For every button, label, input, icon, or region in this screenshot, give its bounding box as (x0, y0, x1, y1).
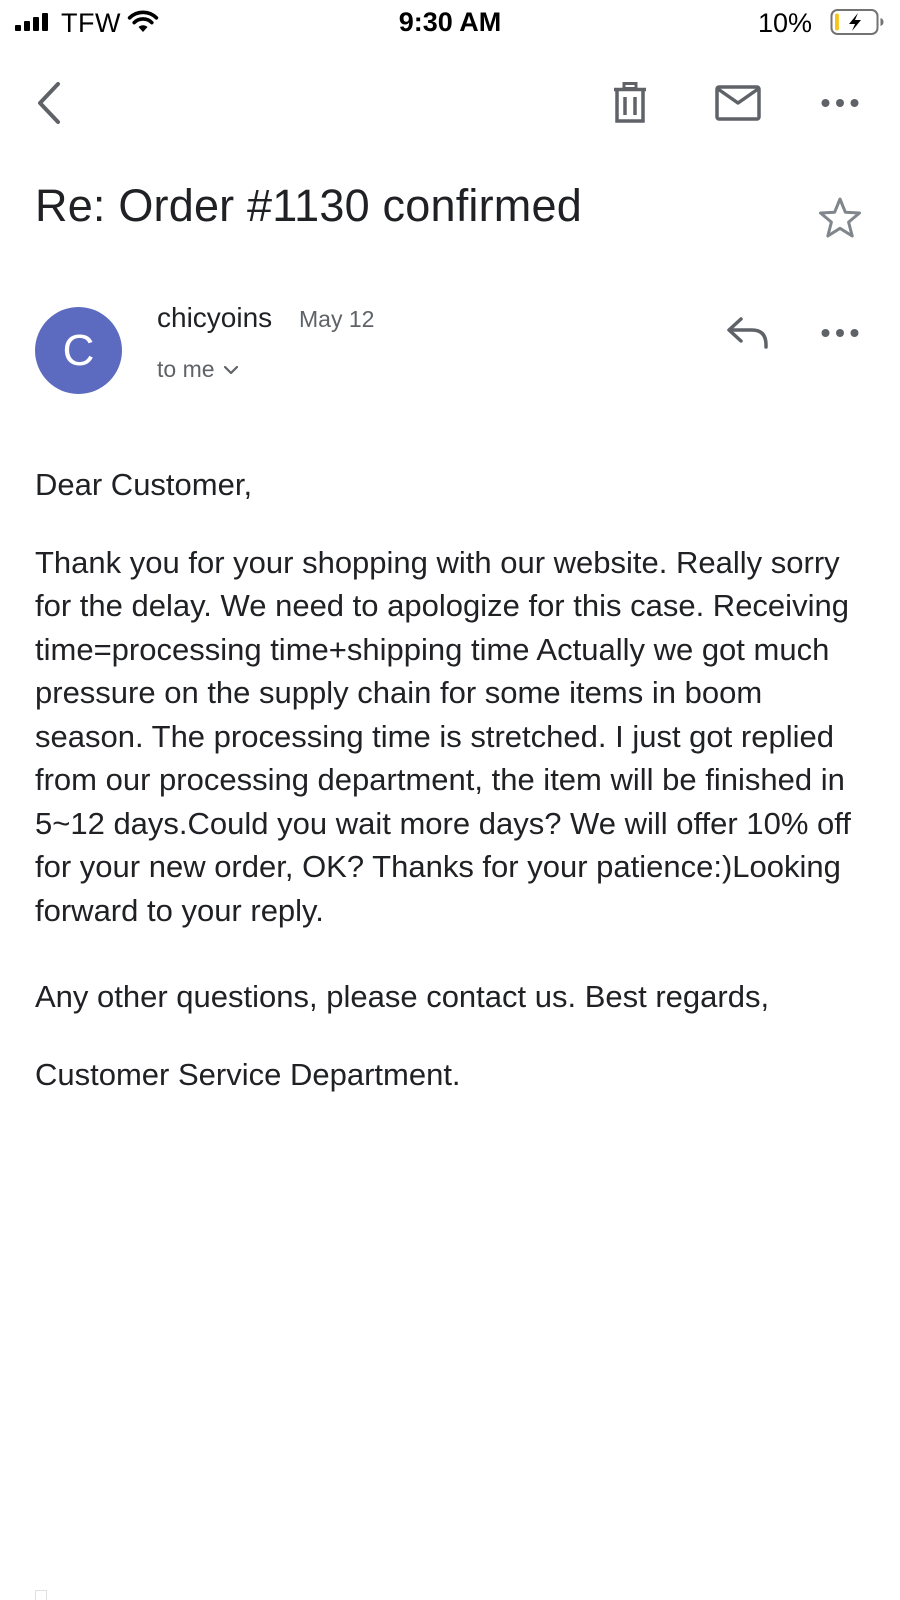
email-screen: TFW 9:30 AM 10% Re: Order #1130 confirme… (0, 0, 900, 1600)
recipient-details-toggle[interactable]: to me (157, 356, 239, 383)
more-horizontal-icon (821, 329, 859, 337)
battery-percent: 10% (757, 8, 812, 38)
recipient-label: to me (157, 356, 215, 382)
email-subject: Re: Order #1130 confirmed (35, 180, 582, 231)
star-icon (819, 197, 861, 238)
reply-button[interactable] (720, 308, 776, 358)
chevron-down-icon (223, 365, 238, 374)
email-body: Dear Customer, Thank you for your shoppi… (35, 463, 875, 1096)
status-bar: TFW 9:30 AM 10% (0, 0, 900, 46)
mail-icon (715, 85, 761, 121)
delete-button[interactable] (605, 78, 655, 128)
body-paragraph: Thank you for your shopping with our web… (35, 544, 851, 928)
sent-date: May 12 (299, 306, 375, 332)
reply-icon (727, 317, 768, 349)
back-button[interactable] (24, 78, 74, 128)
more-horizontal-icon (821, 99, 859, 107)
sender-name: chicyoins (157, 302, 273, 333)
scroll-edge-marker (35, 1590, 47, 1600)
star-button[interactable] (815, 193, 865, 243)
trash-icon (614, 82, 646, 123)
back-arrow-icon (38, 82, 60, 124)
email-toolbar (0, 70, 900, 140)
body-closing: Any other questions, please contact us. … (35, 979, 770, 1014)
more-options-button[interactable] (815, 78, 865, 128)
mark-unread-button[interactable] (710, 78, 766, 128)
battery-charging-icon (830, 8, 886, 41)
message-more-button[interactable] (815, 308, 865, 358)
body-signature: Customer Service Department. (35, 1056, 461, 1092)
body-greeting: Dear Customer, (35, 467, 253, 502)
sender-avatar[interactable]: C (35, 307, 122, 394)
